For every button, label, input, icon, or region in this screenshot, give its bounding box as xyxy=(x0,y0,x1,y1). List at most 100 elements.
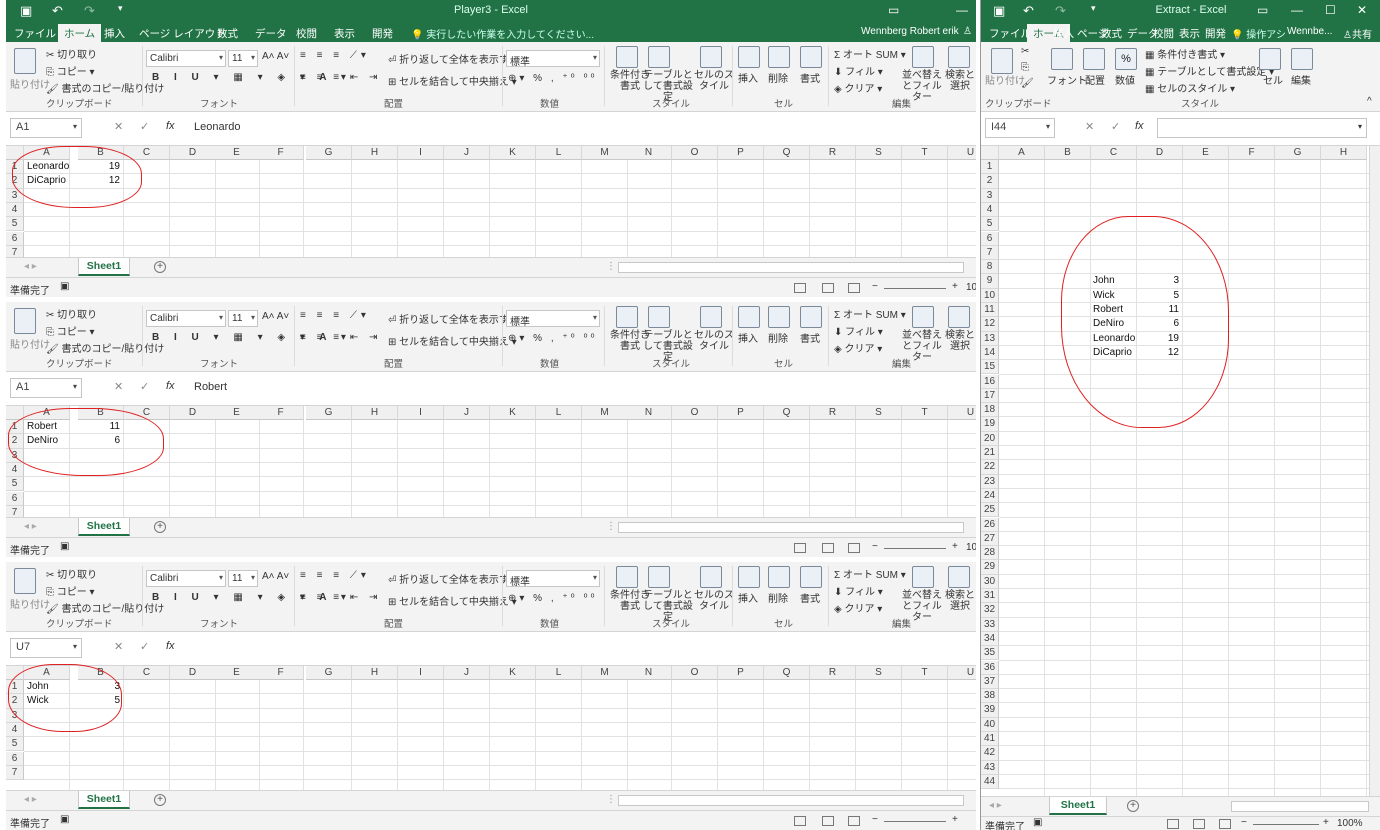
find-select-button[interactable]: 検索と選択 xyxy=(944,590,976,612)
font-name-combo[interactable]: Calibri ▾ xyxy=(146,50,226,67)
insert-cells-button[interactable]: 挿入 xyxy=(738,330,758,345)
row-header-8[interactable]: 8 xyxy=(981,260,999,275)
column-header-H[interactable]: H xyxy=(352,146,398,160)
clear-button[interactable]: ◈ クリア ▾ xyxy=(834,80,882,95)
save-icon[interactable]: ▣ xyxy=(993,3,1005,19)
insert-icon[interactable] xyxy=(738,566,760,588)
column-header-D[interactable]: D xyxy=(170,146,216,160)
row-header-12[interactable]: 12 xyxy=(981,317,999,332)
column-header-E[interactable]: E xyxy=(214,146,260,160)
horizontal-scrollbar[interactable] xyxy=(1231,801,1369,812)
search-icon[interactable] xyxy=(948,46,970,68)
page-break-icon[interactable] xyxy=(1219,819,1231,829)
grow-font-icon[interactable]: A˄ A˅ xyxy=(262,51,289,62)
copy-icon[interactable]: ⎘ xyxy=(1021,62,1029,73)
column-header-D[interactable]: D xyxy=(170,406,216,420)
fill-button[interactable]: ⬇ フィル ▾ xyxy=(834,63,883,78)
row-header-5[interactable]: 5 xyxy=(6,477,24,492)
column-header-M[interactable]: M xyxy=(582,146,628,160)
clear-button[interactable]: ◈ クリア ▾ xyxy=(834,340,882,355)
format-cells-button[interactable]: 書式 xyxy=(800,330,820,345)
column-header-O[interactable]: O xyxy=(672,146,718,160)
row-header-28[interactable]: 28 xyxy=(981,546,999,561)
paste-icon[interactable] xyxy=(14,308,36,334)
sort-filter-icon[interactable] xyxy=(912,306,934,328)
insert-cells-button[interactable]: 挿入 xyxy=(738,70,758,85)
tab-8[interactable]: 開発 xyxy=(372,26,393,41)
column-header-C[interactable]: C xyxy=(124,666,170,680)
formula-input[interactable]: ▾ xyxy=(1157,118,1367,138)
column-header-I[interactable]: I xyxy=(398,406,444,420)
row-header-27[interactable]: 27 xyxy=(981,531,999,547)
horizontal-scrollbar[interactable] xyxy=(618,522,964,533)
delete-cells-button[interactable]: 削除 xyxy=(768,70,788,85)
cut-button[interactable]: ✂ 切り取り xyxy=(46,566,97,581)
column-header-H[interactable]: H xyxy=(1321,146,1367,160)
column-header-M[interactable]: M xyxy=(582,666,628,680)
row-header-25[interactable]: 25 xyxy=(981,503,999,518)
grow-font-icon[interactable]: A˄ A˅ xyxy=(262,311,289,322)
format-icon[interactable] xyxy=(800,566,822,588)
delete-icon[interactable] xyxy=(768,566,790,588)
row-header-15[interactable]: 15 xyxy=(981,360,999,375)
row-header-2[interactable]: 2 xyxy=(6,434,24,449)
cell-C12[interactable]: DeNiro xyxy=(1093,318,1124,329)
name-box[interactable]: A1 ▾ xyxy=(10,118,82,138)
split-handle-icon[interactable]: ⋮ xyxy=(606,521,616,532)
column-header-A[interactable]: A xyxy=(24,406,70,420)
cell-D14[interactable]: 12 xyxy=(1137,347,1179,358)
undo-icon[interactable]: ↶ xyxy=(1023,3,1034,19)
cell-A2[interactable]: Wick xyxy=(27,695,49,706)
conditional-formatting-button[interactable]: ▦ 条件付き書式 ▾ xyxy=(1145,46,1225,61)
cell-B2[interactable]: 6 xyxy=(78,435,120,446)
align-icons-2[interactable]: ≡ ≡ ≡ ⇤ ⇥ xyxy=(300,72,381,83)
column-header-H[interactable]: H xyxy=(352,666,398,680)
new-sheet-button[interactable]: + xyxy=(154,261,166,273)
cell-C9[interactable]: John xyxy=(1093,275,1115,286)
page-layout-icon[interactable] xyxy=(822,543,834,553)
format-as-table-icon[interactable] xyxy=(648,566,670,588)
fill-button[interactable]: ⬇ フィル ▾ xyxy=(834,583,883,598)
font-size-combo[interactable]: 11 ▾ xyxy=(228,570,258,587)
row-header-22[interactable]: 22 xyxy=(981,460,999,475)
column-header-L[interactable]: L xyxy=(536,406,582,420)
name-box[interactable]: I44 ▾ xyxy=(985,118,1055,138)
sheet-tab[interactable]: Sheet1 xyxy=(78,518,130,536)
close-icon[interactable]: ✕ xyxy=(1357,3,1367,17)
format-painter-button[interactable]: 🖌 書式のコピー/貼り付け xyxy=(46,80,164,95)
page-break-icon[interactable] xyxy=(848,543,860,553)
enter-icon[interactable]: ✓ xyxy=(140,640,149,653)
column-header-N[interactable]: N xyxy=(626,146,672,160)
conditional-formatting-icon[interactable] xyxy=(616,566,638,588)
paste-icon[interactable] xyxy=(14,568,36,594)
column-header-G[interactable]: G xyxy=(306,146,352,160)
row-header-7[interactable]: 7 xyxy=(6,505,24,517)
row-header-1[interactable]: 1 xyxy=(6,680,24,695)
cell-C14[interactable]: DiCaprio xyxy=(1093,347,1132,358)
row-header-30[interactable]: 30 xyxy=(981,574,999,589)
scroll-tabs-left-icon[interactable]: ◂ ▸ xyxy=(989,800,1002,811)
cut-button[interactable]: ✂ 切り取り xyxy=(46,46,97,61)
row-header-17[interactable]: 17 xyxy=(981,388,999,404)
format-as-table-icon[interactable] xyxy=(648,306,670,328)
column-header-B[interactable]: B xyxy=(78,146,124,160)
cancel-icon[interactable]: ✕ xyxy=(114,120,123,133)
row-header-3[interactable]: 3 xyxy=(6,188,24,203)
column-header-P[interactable]: P xyxy=(718,666,764,680)
row-header-29[interactable]: 29 xyxy=(981,560,999,575)
cell-styles-icon[interactable] xyxy=(700,306,722,328)
tab-1[interactable]: ホーム xyxy=(58,24,102,42)
column-header-I[interactable]: I xyxy=(398,666,444,680)
zoom-out-icon[interactable]: − xyxy=(872,281,878,292)
column-header-A[interactable]: A xyxy=(999,146,1045,160)
row-header-1[interactable]: 1 xyxy=(6,160,24,175)
tab-7[interactable]: 表示 xyxy=(1179,26,1200,41)
cell-styles-icon[interactable] xyxy=(700,566,722,588)
row-header-4[interactable]: 4 xyxy=(981,202,999,218)
maximize-icon[interactable]: ☐ xyxy=(1325,3,1336,17)
column-header-I[interactable]: I xyxy=(398,146,444,160)
cell-D10[interactable]: 5 xyxy=(1137,290,1179,301)
row-header-33[interactable]: 33 xyxy=(981,617,999,632)
zoom-level[interactable]: 10 xyxy=(966,542,976,553)
cell-D13[interactable]: 19 xyxy=(1137,333,1179,344)
